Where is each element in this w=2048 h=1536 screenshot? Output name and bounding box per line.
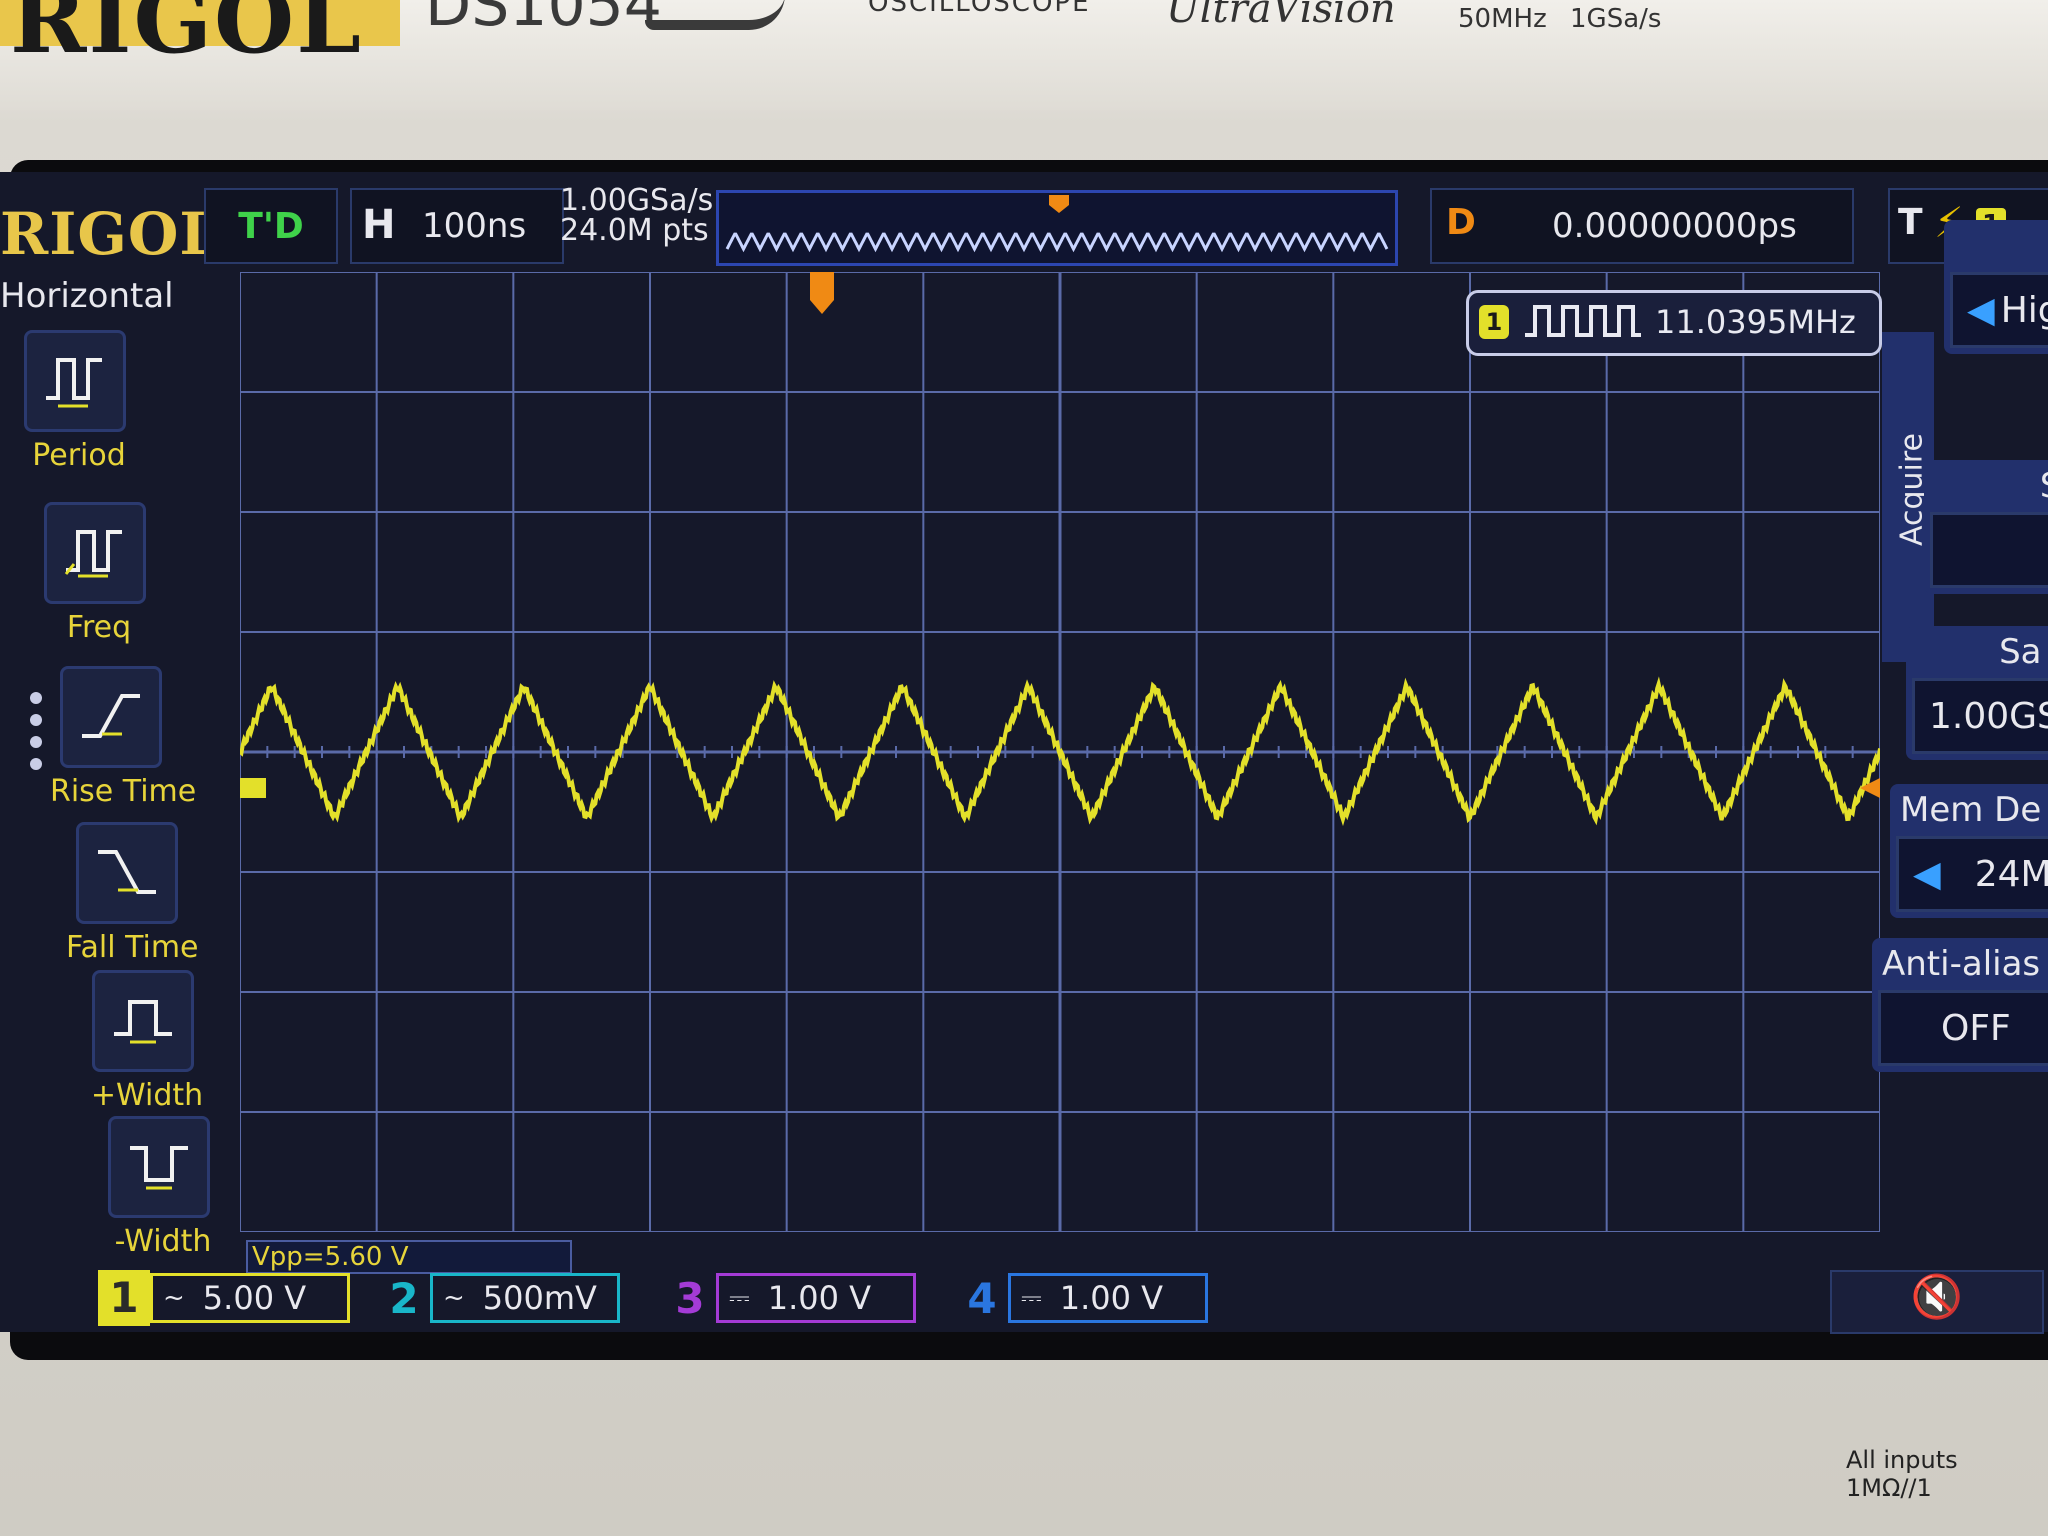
overview-trigger-marker [1049, 195, 1069, 213]
measure-fall-label: Fall Time [66, 930, 199, 965]
mem-depth-title: Mem De [1900, 790, 2042, 830]
delay-label: D [1446, 202, 1476, 243]
screen-logo: RIGOL [0, 200, 222, 268]
measure-negative-width[interactable]: -Width [108, 1116, 228, 1259]
counter-channel-badge: 1 [1479, 305, 1509, 339]
horizontal-label: H [362, 202, 396, 248]
acquire-mode-title: M [1944, 220, 2048, 272]
sample-rate-title: Sa Ra [1999, 632, 2048, 672]
trigger-position-marker [810, 272, 834, 314]
channel1-ground-marker [240, 778, 266, 798]
sample-rate-button[interactable]: Sa Ra 1.00GS [1906, 626, 2048, 760]
channel4-coupling: ⎓ [1021, 1282, 1042, 1313]
measure-pwidth-label: +Width [90, 1078, 204, 1113]
freq-icon [44, 502, 146, 604]
trigger-delay[interactable]: D 0.00000000ps [1430, 188, 1854, 264]
measure-freq[interactable]: Freq [44, 502, 164, 645]
negative-width-icon [108, 1116, 210, 1218]
measure-fall-time[interactable]: Fall Time [66, 822, 199, 965]
sequence-button[interactable]: Sing Of [1924, 460, 2048, 594]
measure-freq-label: Freq [66, 610, 132, 645]
mem-depth-value: ◀ 24M [1896, 836, 2048, 912]
sample-info: 1.00GSa/s 24.0M pts [560, 186, 713, 246]
model-swash [645, 0, 785, 30]
measure-period-label: Period [32, 438, 126, 473]
frequency-counter[interactable]: 1 11.0395MHz [1466, 290, 1882, 356]
sequence-title: Sing [1924, 460, 2048, 512]
bezel-top: RIGOL DS1054 OSCILLOSCOPE UltraVision 50… [0, 0, 2048, 110]
waveform-display[interactable] [238, 271, 1882, 1233]
channel1-coupling: ~ [163, 1283, 185, 1313]
delay-value: 0.00000000ps [1552, 206, 1797, 246]
waveform-grid [238, 271, 1882, 1233]
left-arrow-icon: ◀ [1913, 853, 1941, 895]
channel3-coupling: ⎓ [729, 1282, 750, 1313]
mem-depth-button[interactable]: Mem De ◀ 24M [1890, 784, 2048, 918]
measure-period[interactable]: Period [24, 330, 144, 473]
channel4-value: ⎓ 1.00 V [1008, 1273, 1208, 1323]
trigger-label: T [1898, 202, 1923, 243]
bezel-sample: 1GSa/s [1570, 4, 1662, 34]
channel1-value: ~5.00 V [150, 1273, 350, 1323]
bezel-brand: RIGOL [10, 0, 363, 74]
channel3-number: 3 [675, 1273, 705, 1323]
menu-title: Horizontal [0, 276, 174, 316]
sequence-value: Of [1930, 512, 2048, 588]
bezel-type: OSCILLOSCOPE [868, 0, 1091, 18]
sample-rate: 1.00GSa/s [560, 183, 714, 218]
acquire-mode-value: ◀High [1950, 272, 2048, 348]
overview-wave [725, 195, 1389, 253]
bezel-series: UltraVision [1166, 0, 1396, 32]
channel2-coupling: ~ [443, 1283, 465, 1313]
acquire-mode-value-text: High [2000, 289, 2048, 331]
channel1-scale[interactable]: 1 ~5.00 V [98, 1270, 350, 1326]
rise-time-icon [60, 666, 162, 768]
fall-time-icon [76, 822, 178, 924]
bezel-model: DS1054 [425, 0, 662, 40]
channel1-scale-text: 5.00 V [202, 1279, 307, 1317]
measure-nwidth-label: -Width [114, 1224, 212, 1259]
acquire-mode-button[interactable]: M ◀High [1944, 220, 2048, 354]
channel2-number: 2 [389, 1273, 419, 1323]
waveform-overview[interactable] [716, 190, 1398, 266]
anti-alias-button[interactable]: Anti-alias OFF [1872, 938, 2048, 1072]
channel3-value: ⎓ 1.00 V [716, 1273, 916, 1323]
horizontal-timebase[interactable]: H 100ns [350, 188, 564, 264]
vpp-measurement[interactable]: Vpp=5.60 V [246, 1240, 572, 1274]
channel4-number: 4 [967, 1273, 997, 1323]
inputs-note: All inputs 1MΩ//1 [1846, 1446, 1958, 1502]
sample-rate-value: 1.00GS [1912, 678, 2048, 754]
period-icon [24, 330, 126, 432]
page-dots [30, 692, 42, 780]
channel1-number: 1 [98, 1270, 150, 1326]
channel4-scale[interactable]: 4 ⎓ 1.00 V [956, 1270, 1208, 1326]
left-arrow-icon: ◀ [1967, 289, 1995, 331]
square-wave-icon [1523, 299, 1643, 351]
speaker-mute-icon: 🔇 [1910, 1272, 1964, 1321]
channel2-scale[interactable]: 2 ~500mV [378, 1270, 620, 1326]
positive-width-icon [92, 970, 194, 1072]
channel3-scale-text: 1.00 V [767, 1279, 872, 1317]
sound-mute-button[interactable]: 🔇 [1830, 1270, 2044, 1334]
timebase-value: 100ns [422, 206, 527, 246]
measure-positive-width[interactable]: +Width [91, 970, 212, 1113]
mem-depth-value-text: 24M [1974, 853, 2048, 895]
memory-points: 24.0M pts [560, 213, 709, 248]
channel3-scale[interactable]: 3 ⎓ 1.00 V [664, 1270, 916, 1326]
frequency-value: 11.0395MHz [1655, 303, 1856, 341]
anti-alias-value: OFF [1878, 990, 2048, 1066]
bezel-bandwidth: 50MHz [1458, 4, 1547, 34]
channel2-scale-text: 500mV [482, 1279, 597, 1317]
anti-alias-title: Anti-alias [1882, 944, 2041, 984]
measure-rise-time[interactable]: Rise Time [50, 666, 196, 809]
channel4-scale-text: 1.00 V [1059, 1279, 1164, 1317]
run-state-indicator[interactable]: T'D [204, 188, 338, 264]
measure-rise-label: Rise Time [50, 774, 197, 809]
channel2-value: ~500mV [430, 1273, 620, 1323]
scope-screen: RIGOL T'D H 100ns 1.00GSa/s 24.0M pts D … [0, 172, 2048, 1334]
